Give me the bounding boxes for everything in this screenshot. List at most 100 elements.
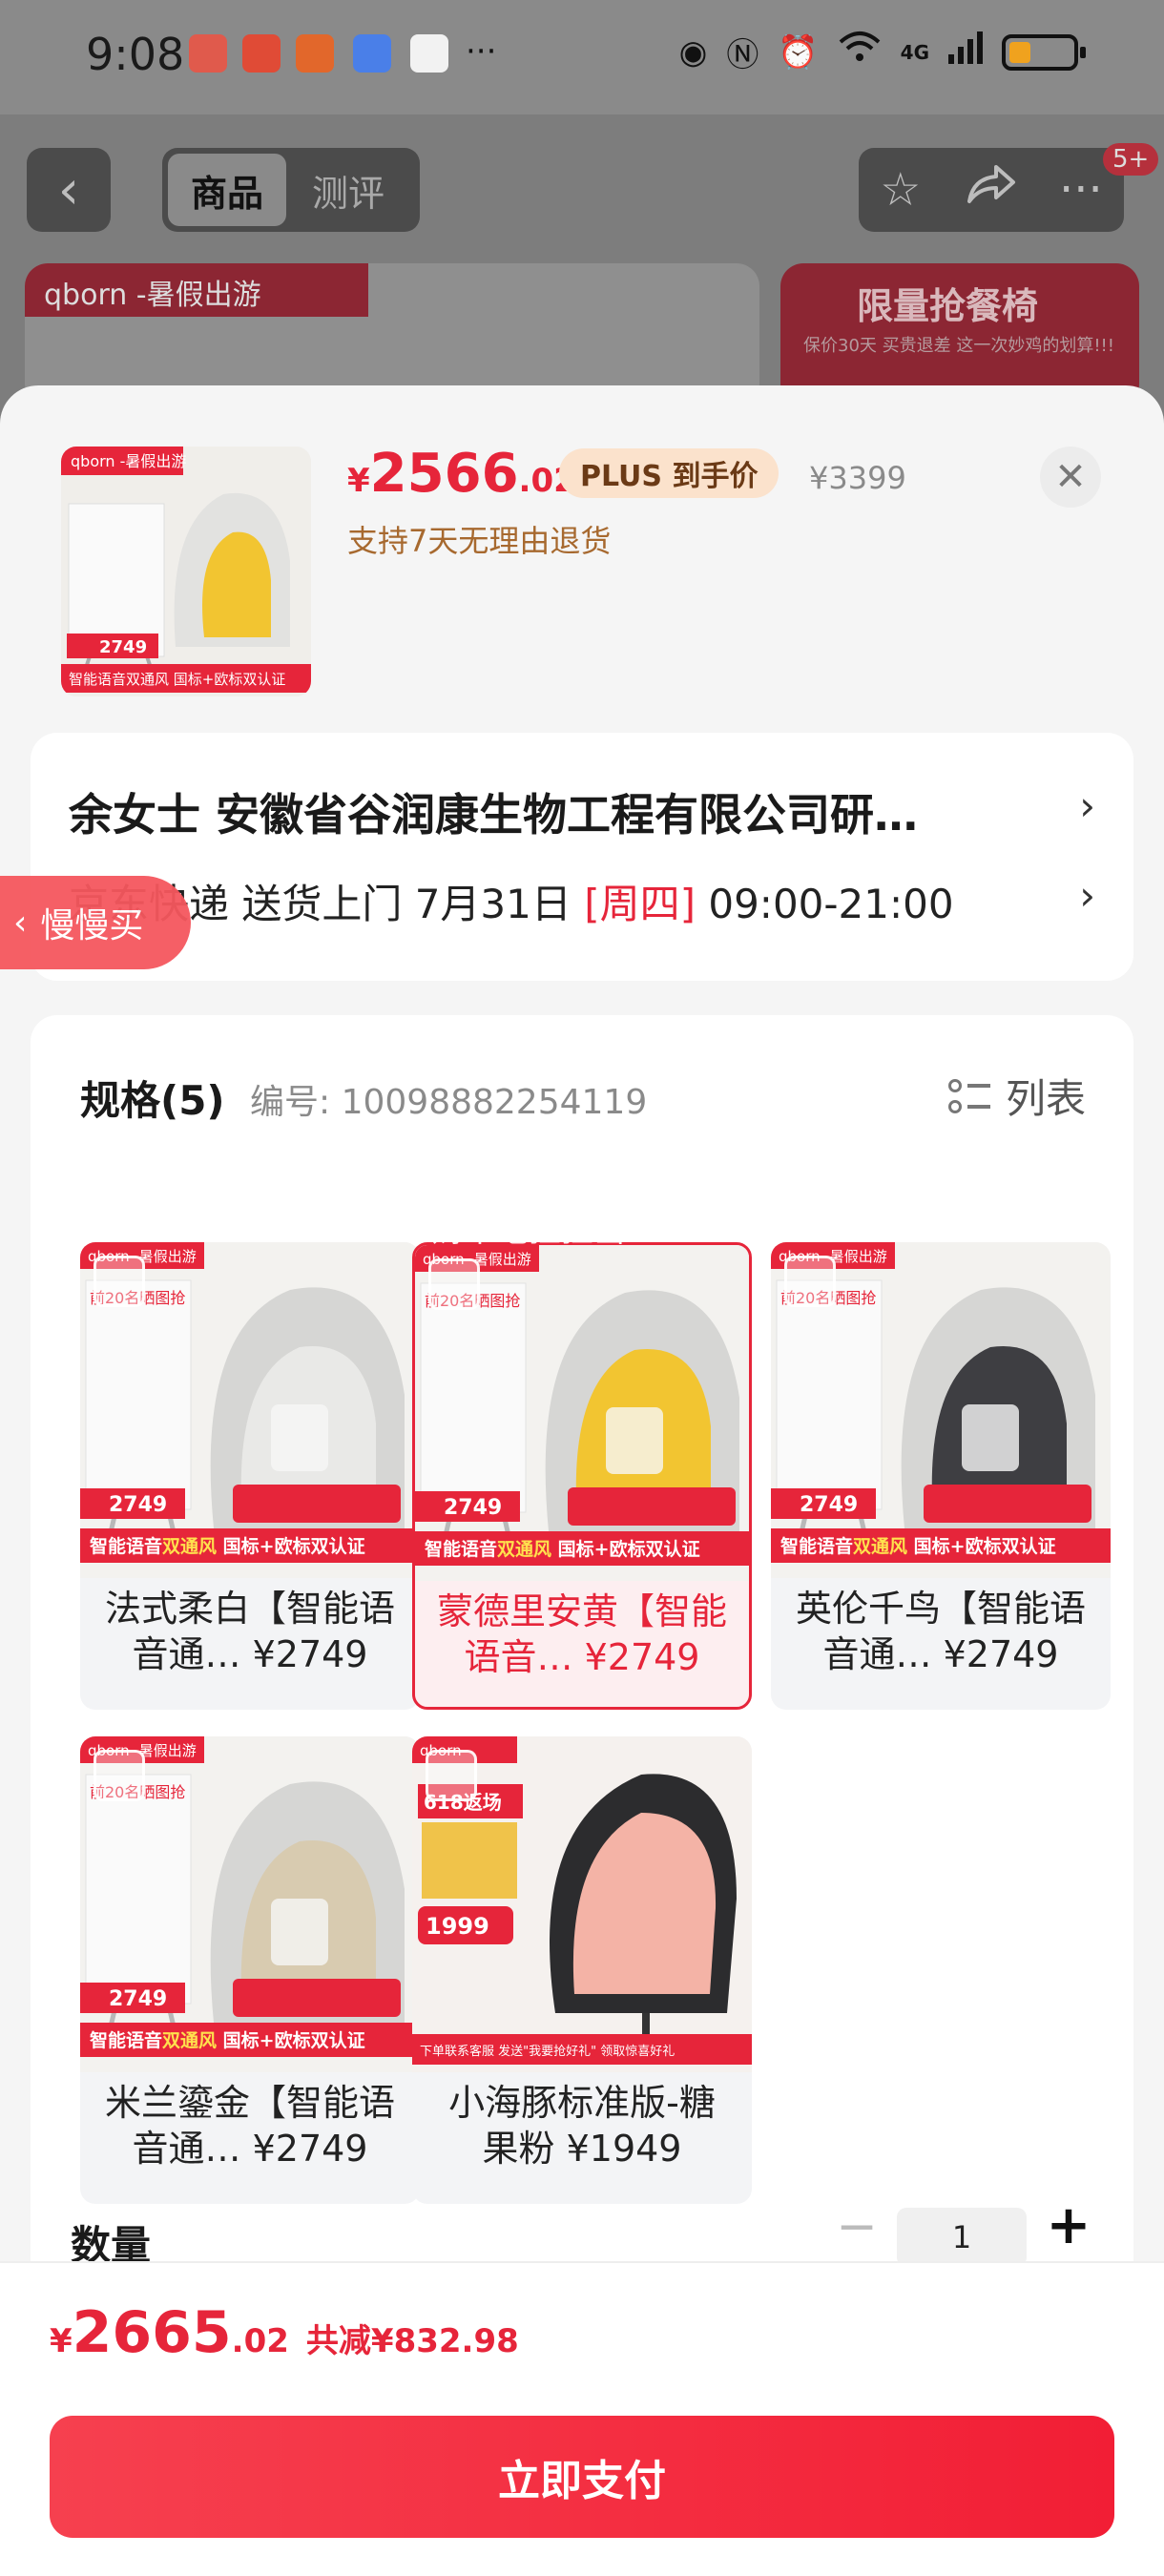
expand-icon[interactable] (426, 1750, 477, 1801)
list-view-toggle[interactable]: 列表 (947, 1067, 1086, 1125)
svg-text:1999: 1999 (426, 1913, 489, 1940)
expand-icon[interactable] (784, 1256, 836, 1307)
signal-icon (948, 31, 983, 73)
svg-text:智能语音双通风 国标+欧标双认证: 智能语音双通风 国标+欧标双认证 (69, 671, 285, 688)
variant-option[interactable]: qborn -暑假出游 前20名晒图抢 2749 智能语音双通风 国标+欧标双认… (412, 1242, 752, 1710)
price-symbol: ¥ (347, 462, 370, 500)
promo-title: 限量抢餐椅 (857, 285, 1039, 327)
shipping-weekday: [周四] (584, 881, 696, 927)
expand-icon[interactable] (94, 1750, 145, 1801)
svg-text:2749: 2749 (800, 1493, 858, 1517)
star-icon[interactable]: ☆ (880, 163, 921, 217)
svg-text:智能语音双通风 国标+欧标双认证: 智能语音双通风 国标+欧标双认证 (90, 2029, 365, 2051)
chevron-left-icon: ‹ (13, 903, 28, 943)
close-button[interactable]: ✕ (1040, 447, 1101, 508)
variant-name: 小海豚标准版-糖 果粉 ¥1949 (412, 2080, 752, 2171)
back-button[interactable]: ‹ (27, 148, 111, 232)
variant-name-line1: 米兰鎏金【智能语 (104, 2082, 395, 2124)
original-price: ¥3399 (809, 460, 906, 496)
wifi-icon (838, 31, 882, 73)
plus-price-tag: PLUS 到手价 (559, 448, 779, 498)
svg-text:2749: 2749 (444, 1496, 502, 1520)
expand-icon[interactable] (94, 1256, 145, 1307)
variant-name-line1: 英伦千鸟【智能语 (795, 1588, 1086, 1630)
message-count-badge: 5+ (1103, 143, 1159, 176)
promo-subtitle: 保价30天 买贵退差 这一次妙鸡的划算!!! (803, 336, 1114, 356)
slow-buy-label: 慢慢买 (40, 906, 144, 945)
manmanmai-app-icon (296, 34, 334, 73)
variant-name: 法式柔白【智能语 音通… ¥2749 (80, 1586, 420, 1677)
tab-product[interactable]: 商品 (168, 154, 286, 226)
shipping-info[interactable]: 京东快递 送货上门 7月31日 [周四] 09:00-21:00 (69, 872, 954, 930)
svg-text:2749: 2749 (99, 637, 147, 657)
variant-name-line2: 语音… ¥2749 (464, 1636, 700, 1678)
nfc-icon: Ⓝ (726, 36, 759, 74)
variant-name: 蒙德里安黄【智能 语音… ¥2749 (415, 1589, 749, 1680)
alarm-icon: ⏰ (778, 32, 819, 72)
unit-price: ¥ 2566 .02 (347, 443, 576, 505)
variant-option[interactable]: qborn -暑假出游 前20名晒图抢 2749 智能语音双通风 国标+欧标双认… (80, 1242, 420, 1710)
status-icons: ◉ Ⓝ ⏰ 4G (678, 29, 1086, 75)
eye-icon: ◉ (678, 32, 708, 72)
return-policy: 支持7天无理由退货 (347, 523, 612, 559)
variant-name-line1: 蒙德里安黄【智能 (436, 1590, 727, 1632)
variant-name-line2: 音通… ¥2749 (132, 2128, 368, 2170)
svg-text:智能语音双通风 国标+欧标双认证: 智能语音双通风 国标+欧标双认证 (425, 1538, 700, 1560)
quantity-input[interactable]: 1 (897, 2208, 1027, 2267)
total-decimal: .02 (231, 2322, 289, 2360)
more-icon[interactable]: ··· (1059, 163, 1103, 217)
chevron-right-icon: › (1079, 872, 1095, 919)
total-integer: 2665 (72, 2299, 232, 2366)
variant-option[interactable]: qborn -暑假出游 前20名晒图抢 2749 智能语音双通风 国标+欧标双认… (771, 1242, 1111, 1710)
share-icon[interactable] (964, 161, 1017, 218)
svg-text:智能语音双通风 国标+欧标双认证: 智能语音双通风 国标+欧标双认证 (780, 1535, 1056, 1557)
chevron-right-icon: › (1079, 782, 1095, 829)
more-notifications-icon: ··· (466, 32, 497, 71)
mobile-app-icon (410, 34, 448, 73)
product-thumbnail[interactable]: qborn -暑假出游 2749 智能语音双通风 国标+欧标双认证 (61, 447, 311, 696)
banner-brand: qborn -暑假出游 (25, 263, 368, 317)
huawei-app-icon (189, 34, 227, 73)
chevron-left-icon: ‹ (57, 158, 80, 221)
variant-name-line1: 法式柔白【智能语 (104, 1588, 395, 1630)
header-tabs: 商品 测评 (162, 148, 420, 232)
status-time: 9:08 (86, 29, 185, 80)
total-price: ¥ 2665 .02 共减¥832.98 (50, 2299, 519, 2366)
watermark: 薅羊毛担担当 (431, 1212, 626, 1250)
discount-total: 共减¥832.98 (305, 2322, 519, 2360)
variant-name: 英伦千鸟【智能语 音通… ¥2749 (771, 1586, 1111, 1677)
list-icon (947, 1075, 990, 1117)
checkout-bar: ¥ 2665 .02 共减¥832.98 立即支付 (0, 2261, 1164, 2576)
svg-text:qborn -暑假出游: qborn -暑假出游 (71, 452, 186, 470)
spec-title: 规格(5) (80, 1077, 225, 1124)
price-integer: 2566 (369, 443, 519, 505)
variant-name-line2: 音通… ¥2749 (822, 1633, 1059, 1675)
svg-text:2749: 2749 (109, 1987, 167, 2011)
pay-now-button[interactable]: 立即支付 (50, 2416, 1114, 2538)
variant-name: 米兰鎏金【智能语 音通… ¥2749 (80, 2080, 420, 2171)
status-bar: 9:08 ··· ◉ Ⓝ ⏰ 4G (0, 0, 1164, 114)
baidu-app-icon (353, 34, 391, 73)
variant-name-line2: 音通… ¥2749 (132, 1633, 368, 1675)
quantity-increment-button[interactable]: + (1042, 2194, 1095, 2256)
list-view-label: 列表 (1005, 1075, 1086, 1122)
quantity-decrement-button[interactable]: − (832, 2198, 882, 2255)
delivery-address[interactable]: 余女士 安徽省谷润康生物工程有限公司研… (69, 780, 918, 843)
svg-text:智能语音双通风 国标+欧标双认证: 智能语音双通风 国标+欧标双认证 (90, 1535, 365, 1557)
slow-buy-tab[interactable]: ‹ 慢慢买 (0, 876, 191, 969)
battery-icon (1002, 33, 1086, 71)
variant-option[interactable]: qborn 618返场 1999 下单联系客服 发送"我要抢好礼" 领取惊喜好礼… (412, 1736, 752, 2204)
variant-name-line1: 小海豚标准版-糖 (448, 2082, 716, 2124)
shipping-time: 09:00-21:00 (696, 881, 954, 927)
svg-text:下单联系客服 发送"我要抢好礼" 领取惊喜好礼: 下单联系客服 发送"我要抢好礼" 领取惊喜好礼 (420, 2044, 675, 2059)
tab-review[interactable]: 测评 (286, 154, 410, 226)
network-type: 4G (900, 40, 929, 64)
product-code: 编号: 10098882254119 (250, 1083, 648, 1122)
header-actions: ☆ ··· (859, 148, 1124, 232)
svg-text:2749: 2749 (109, 1493, 167, 1517)
variant-option[interactable]: qborn -暑假出游 前20名晒图抢 2749 智能语音双通风 国标+欧标双认… (80, 1736, 420, 2204)
close-icon: ✕ (1054, 455, 1087, 499)
total-symbol: ¥ (50, 2322, 73, 2360)
address-card[interactable]: 余女士 安徽省谷润康生物工程有限公司研… › 京东快递 送货上门 7月31日 [… (31, 733, 1133, 981)
expand-icon[interactable] (428, 1258, 480, 1310)
